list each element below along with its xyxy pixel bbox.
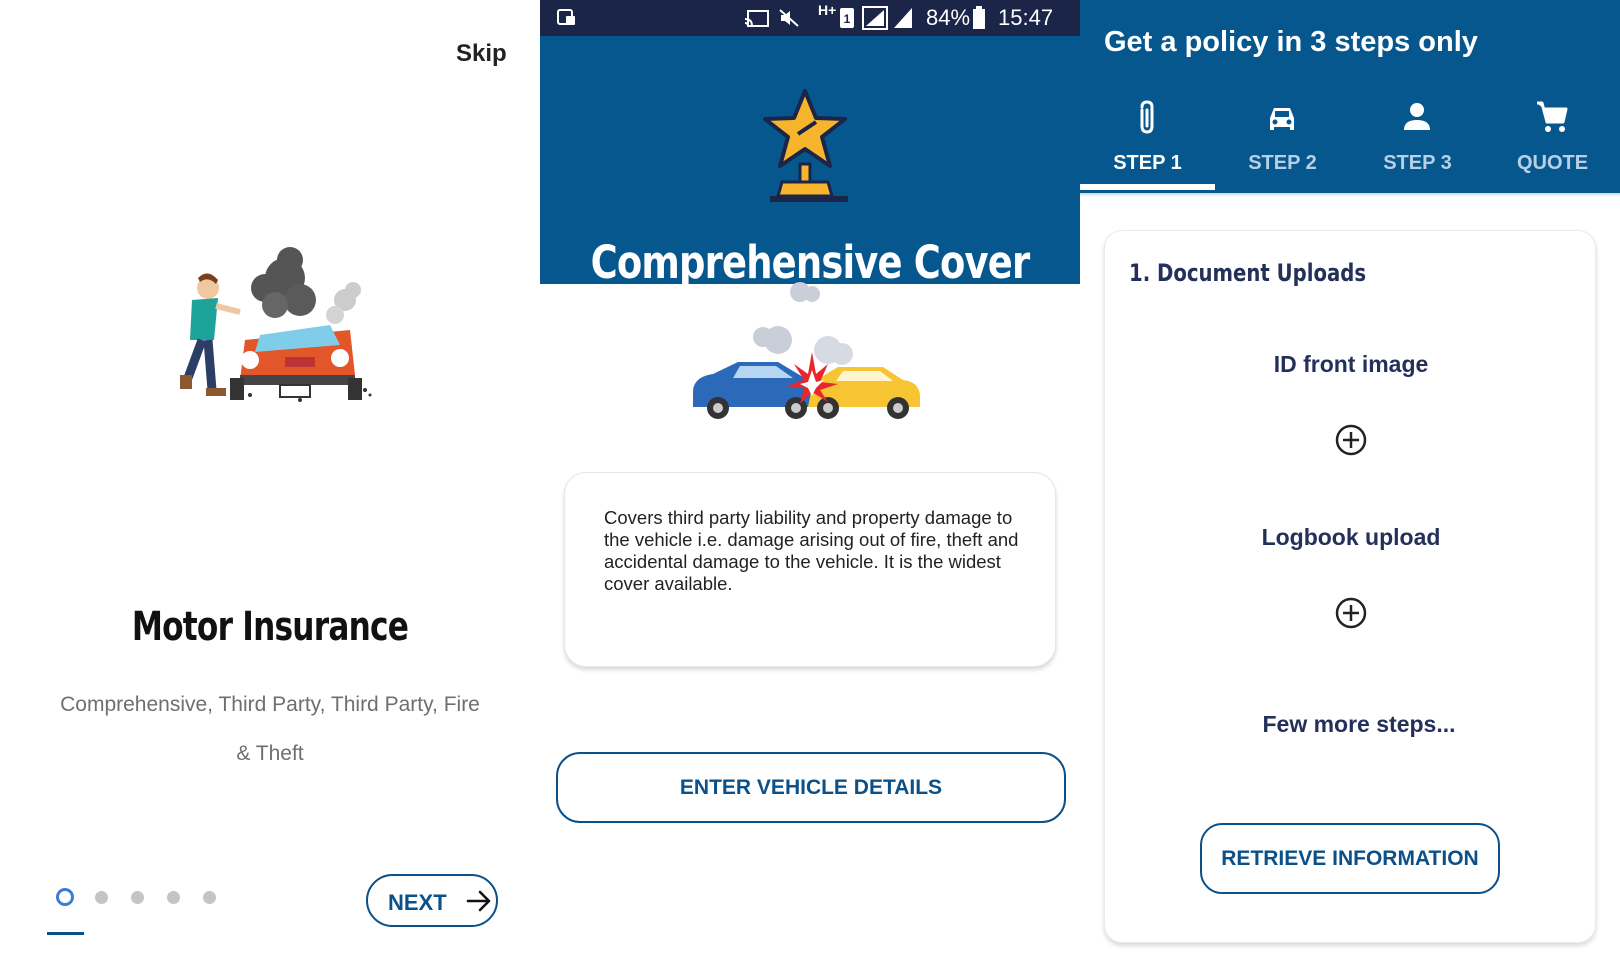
- skip-button[interactable]: Skip: [456, 40, 507, 68]
- onboarding-screen: Skip Motor Insurance Comprehensive, Thir…: [0, 0, 540, 960]
- page-dot-5[interactable]: [203, 891, 216, 904]
- cover-header: Comprehensive Cover: [540, 36, 1080, 289]
- network-type: H+: [818, 2, 837, 18]
- id-front-label: ID front image: [1273, 351, 1429, 377]
- tab-step-3[interactable]: STEP 3: [1350, 94, 1485, 193]
- trophy-star-icon: [763, 89, 848, 202]
- few-more-steps-text: Few more steps...: [1262, 711, 1456, 737]
- tab-quote-label: QUOTE: [1516, 152, 1589, 174]
- logbook-label: Logbook upload: [1261, 524, 1441, 550]
- sim-icon: 1: [840, 8, 854, 28]
- page-dot-1[interactable]: [56, 888, 74, 906]
- clock: 15:47: [998, 5, 1054, 30]
- page-dot-4[interactable]: [167, 891, 180, 904]
- retrieve-information-button[interactable]: RETRIEVE INFORMATION: [1200, 823, 1500, 894]
- cover-detail-screen: H+ 1 84% 15:47 Comprehensive Cover Cover…: [540, 0, 1080, 960]
- battery-percent: 84%: [926, 5, 971, 30]
- tab-step-1[interactable]: STEP 1: [1080, 94, 1215, 193]
- next-button-label: NEXT: [388, 890, 447, 915]
- cover-description-card: Covers third party liability and propert…: [564, 472, 1056, 667]
- battery-icon: [973, 6, 985, 29]
- add-id-front-icon[interactable]: [1334, 423, 1368, 457]
- active-tab-indicator: [1080, 184, 1215, 190]
- svg-text:1: 1: [844, 12, 851, 26]
- page-dot-3[interactable]: [131, 891, 144, 904]
- tab-step-2[interactable]: STEP 2: [1215, 94, 1350, 193]
- car-collision-illustration: [693, 282, 920, 419]
- document-uploads-card: 1. Document Uploads ID front image Logbo…: [1104, 230, 1596, 943]
- arrow-right-icon: [466, 890, 491, 912]
- tab-step-1-label: STEP 1: [1113, 152, 1182, 174]
- cover-description: Covers third party liability and propert…: [604, 507, 1019, 594]
- section-heading: 1. Document Uploads: [1129, 259, 1367, 287]
- status-bar: H+ 1 84% 15:47: [540, 0, 1080, 36]
- steps-title: Get a policy in 3 steps only: [1104, 26, 1478, 58]
- car-crash-illustration: [180, 247, 372, 402]
- screenshot-icon: [557, 9, 575, 25]
- add-logbook-icon[interactable]: [1334, 596, 1368, 630]
- policy-steps-screen: Get a policy in 3 steps only STEP 1 STEP…: [1080, 0, 1620, 960]
- signal-2-icon: [894, 8, 912, 28]
- tab-step-3-label: STEP 3: [1383, 152, 1452, 174]
- signal-icon: [862, 6, 888, 30]
- page-dot-2[interactable]: [95, 891, 108, 904]
- steps-header: Get a policy in 3 steps only STEP 1 STEP…: [1080, 0, 1620, 193]
- paperclip-icon: [1140, 100, 1154, 134]
- tab-step-2-label: STEP 2: [1248, 152, 1317, 174]
- onboarding-subtitle: Comprehensive, Third Party, Third Party,…: [60, 693, 480, 765]
- mute-icon: [779, 9, 799, 27]
- car-icon: [1270, 108, 1294, 130]
- onboarding-title: Motor Insurance: [131, 604, 409, 650]
- enter-vehicle-details-button[interactable]: ENTER VEHICLE DETAILS: [556, 752, 1066, 823]
- cart-icon: [1537, 101, 1568, 132]
- person-icon: [1404, 103, 1430, 130]
- active-page-underline: [47, 932, 84, 935]
- header-shadow: [1080, 193, 1620, 197]
- cast-icon: [744, 10, 769, 27]
- tab-quote[interactable]: QUOTE: [1485, 94, 1620, 193]
- next-button[interactable]: NEXT: [366, 874, 498, 927]
